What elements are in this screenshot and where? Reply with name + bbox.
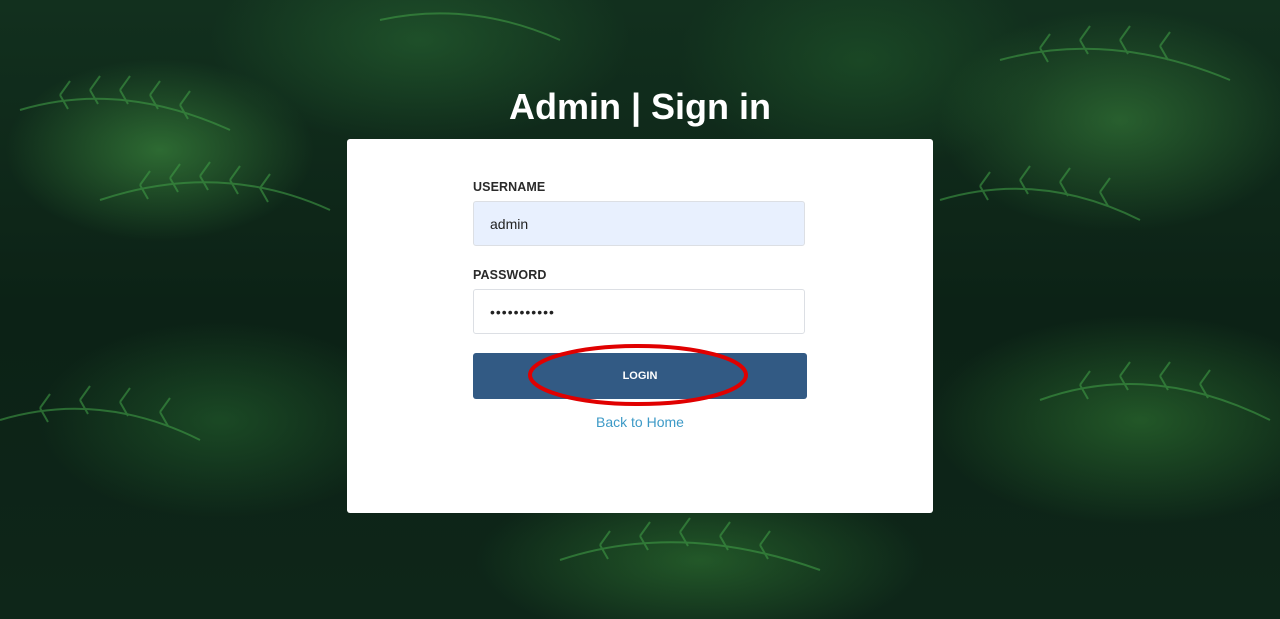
- username-field[interactable]: [473, 201, 805, 246]
- password-label: PASSWORD: [473, 268, 547, 282]
- back-to-home-link[interactable]: Back to Home: [347, 414, 933, 430]
- login-button[interactable]: LOGIN: [473, 353, 807, 399]
- login-card: USERNAME PASSWORD LOGIN Back to Home: [347, 139, 933, 513]
- username-label: USERNAME: [473, 180, 546, 194]
- password-field[interactable]: [473, 289, 805, 334]
- page-title: Admin | Sign in: [508, 86, 772, 127]
